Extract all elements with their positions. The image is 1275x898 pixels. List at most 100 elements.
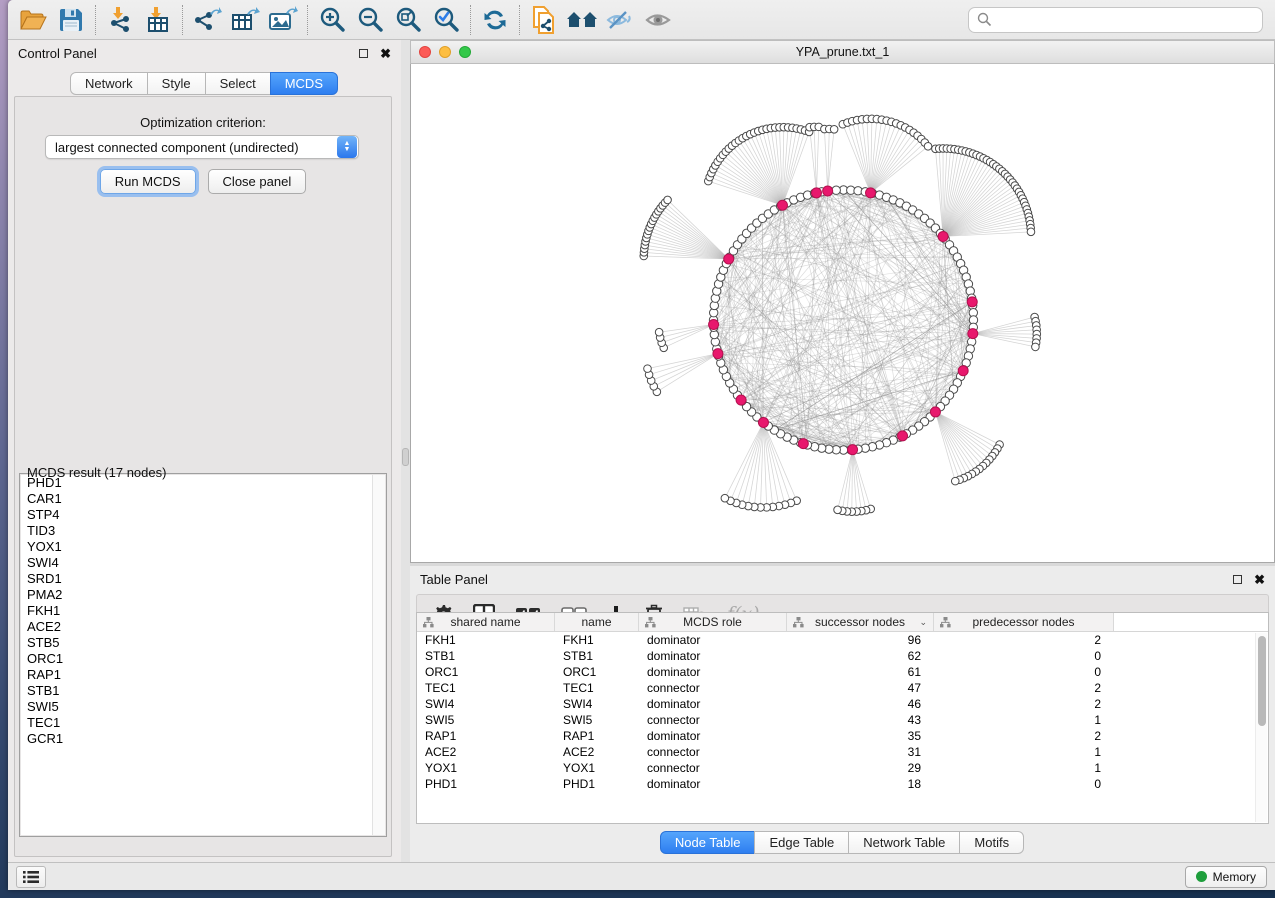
cell-name[interactable]: STB1 xyxy=(555,648,639,664)
table-row[interactable]: RAP1RAP1dominator352 xyxy=(417,728,1268,744)
tab-network-table[interactable]: Network Table xyxy=(848,831,960,854)
cell-predecessor-nodes[interactable]: 2 xyxy=(934,728,1114,744)
table-scrollbar[interactable] xyxy=(1255,633,1267,822)
cell-shared-name[interactable]: YOX1 xyxy=(417,760,555,776)
zoom-in-icon[interactable] xyxy=(313,3,351,37)
tab-network[interactable]: Network xyxy=(70,72,148,95)
cell-predecessor-nodes[interactable]: 1 xyxy=(934,744,1114,760)
export-image-icon[interactable] xyxy=(264,3,302,37)
cell-successor-nodes[interactable]: 62 xyxy=(787,648,934,664)
mcds-result-item[interactable]: ORC1 xyxy=(21,651,385,667)
float-panel-icon[interactable] xyxy=(359,49,368,58)
save-session-icon[interactable] xyxy=(52,3,90,37)
cell-name[interactable]: YOX1 xyxy=(555,760,639,776)
refresh-layout-icon[interactable] xyxy=(476,3,514,37)
minimize-window-icon[interactable] xyxy=(439,46,451,58)
panel-menu-button[interactable] xyxy=(16,866,46,888)
close-table-panel-icon[interactable]: ✖ xyxy=(1254,573,1265,586)
run-mcds-button[interactable]: Run MCDS xyxy=(100,169,196,194)
cell-shared-name[interactable]: STB1 xyxy=(417,648,555,664)
cell-shared-name[interactable]: PHD1 xyxy=(417,776,555,792)
show-all-icon[interactable] xyxy=(639,3,677,37)
memory-button[interactable]: Memory xyxy=(1185,866,1267,888)
cell-mcds-role[interactable]: connector xyxy=(639,744,787,760)
cell-shared-name[interactable]: ACE2 xyxy=(417,744,555,760)
mcds-result-item[interactable]: YOX1 xyxy=(21,539,385,555)
table-row[interactable]: STB1STB1dominator620 xyxy=(417,648,1268,664)
cell-mcds-role[interactable]: dominator xyxy=(639,648,787,664)
cell-mcds-role[interactable]: dominator xyxy=(639,696,787,712)
open-file-icon[interactable] xyxy=(14,3,52,37)
cell-successor-nodes[interactable]: 46 xyxy=(787,696,934,712)
cell-shared-name[interactable]: RAP1 xyxy=(417,728,555,744)
list-scrollbar[interactable] xyxy=(372,475,385,835)
cell-name[interactable]: PHD1 xyxy=(555,776,639,792)
cell-successor-nodes[interactable]: 47 xyxy=(787,680,934,696)
sort-chevron-icon[interactable]: ⌄ xyxy=(919,617,927,628)
mcds-result-item[interactable]: CAR1 xyxy=(21,491,385,507)
import-table-icon[interactable] xyxy=(139,3,177,37)
mcds-result-item[interactable]: SWI5 xyxy=(21,699,385,715)
table-row[interactable]: PHD1PHD1dominator180 xyxy=(417,776,1268,792)
export-network-icon[interactable] xyxy=(188,3,226,37)
mcds-result-item[interactable]: SRD1 xyxy=(21,571,385,587)
cell-successor-nodes[interactable]: 18 xyxy=(787,776,934,792)
table-row[interactable]: TEC1TEC1connector472 xyxy=(417,680,1268,696)
import-network-icon[interactable] xyxy=(101,3,139,37)
cell-name[interactable]: ACE2 xyxy=(555,744,639,760)
tab-mcds[interactable]: MCDS xyxy=(270,72,338,95)
mcds-result-item[interactable]: SWI4 xyxy=(21,555,385,571)
maximize-window-icon[interactable] xyxy=(459,46,471,58)
search-input[interactable] xyxy=(998,13,1254,27)
table-row[interactable]: ORC1ORC1dominator610 xyxy=(417,664,1268,680)
optimization-criterion-select[interactable]: largest connected component (undirected)… xyxy=(45,135,359,159)
cell-predecessor-nodes[interactable]: 1 xyxy=(934,712,1114,728)
cell-mcds-role[interactable]: dominator xyxy=(639,728,787,744)
cell-mcds-role[interactable]: connector xyxy=(639,760,787,776)
tab-style[interactable]: Style xyxy=(147,72,206,95)
splitter-handle[interactable] xyxy=(402,448,409,466)
table-row[interactable]: FKH1FKH1dominator962 xyxy=(417,632,1268,648)
cell-shared-name[interactable]: TEC1 xyxy=(417,680,555,696)
mcds-result-item[interactable]: GCR1 xyxy=(21,731,385,747)
cell-mcds-role[interactable]: dominator xyxy=(639,664,787,680)
mcds-result-item[interactable]: STB5 xyxy=(21,635,385,651)
cell-successor-nodes[interactable]: 35 xyxy=(787,728,934,744)
cell-successor-nodes[interactable]: 43 xyxy=(787,712,934,728)
mcds-result-item[interactable]: PMA2 xyxy=(21,587,385,603)
hide-selected-icon[interactable] xyxy=(601,3,639,37)
cell-predecessor-nodes[interactable]: 1 xyxy=(934,760,1114,776)
cell-name[interactable]: SWI5 xyxy=(555,712,639,728)
float-table-panel-icon[interactable] xyxy=(1233,575,1242,584)
cell-predecessor-nodes[interactable]: 2 xyxy=(934,632,1114,648)
cell-name[interactable]: ORC1 xyxy=(555,664,639,680)
cell-shared-name[interactable]: SWI5 xyxy=(417,712,555,728)
tab-select[interactable]: Select xyxy=(205,72,271,95)
column-header-shared-name[interactable]: shared name xyxy=(417,613,555,631)
cell-successor-nodes[interactable]: 61 xyxy=(787,664,934,680)
cell-shared-name[interactable]: ORC1 xyxy=(417,664,555,680)
mcds-result-item[interactable]: RAP1 xyxy=(21,667,385,683)
table-row[interactable]: SWI5SWI5connector431 xyxy=(417,712,1268,728)
cell-mcds-role[interactable]: connector xyxy=(639,680,787,696)
cell-predecessor-nodes[interactable]: 0 xyxy=(934,648,1114,664)
cell-successor-nodes[interactable]: 31 xyxy=(787,744,934,760)
cell-name[interactable]: TEC1 xyxy=(555,680,639,696)
table-row[interactable]: ACE2ACE2connector311 xyxy=(417,744,1268,760)
zoom-fit-icon[interactable] xyxy=(389,3,427,37)
mcds-result-list[interactable]: PHD1CAR1STP4TID3YOX1SWI4SRD1PMA2FKH1ACE2… xyxy=(21,475,385,835)
close-window-icon[interactable] xyxy=(419,46,431,58)
tab-motifs[interactable]: Motifs xyxy=(959,831,1024,854)
cell-mcds-role[interactable]: dominator xyxy=(639,776,787,792)
cell-name[interactable]: SWI4 xyxy=(555,696,639,712)
cell-successor-nodes[interactable]: 96 xyxy=(787,632,934,648)
close-panel-button[interactable]: Close panel xyxy=(208,169,307,194)
column-header-successor-nodes[interactable]: successor nodes⌄ xyxy=(787,613,934,631)
scrollbar-thumb[interactable] xyxy=(1258,636,1266,726)
first-neighbors-icon[interactable] xyxy=(563,3,601,37)
duplicate-network-icon[interactable] xyxy=(525,3,563,37)
cell-successor-nodes[interactable]: 29 xyxy=(787,760,934,776)
mcds-result-item[interactable]: FKH1 xyxy=(21,603,385,619)
cell-shared-name[interactable]: FKH1 xyxy=(417,632,555,648)
export-table-icon[interactable] xyxy=(226,3,264,37)
